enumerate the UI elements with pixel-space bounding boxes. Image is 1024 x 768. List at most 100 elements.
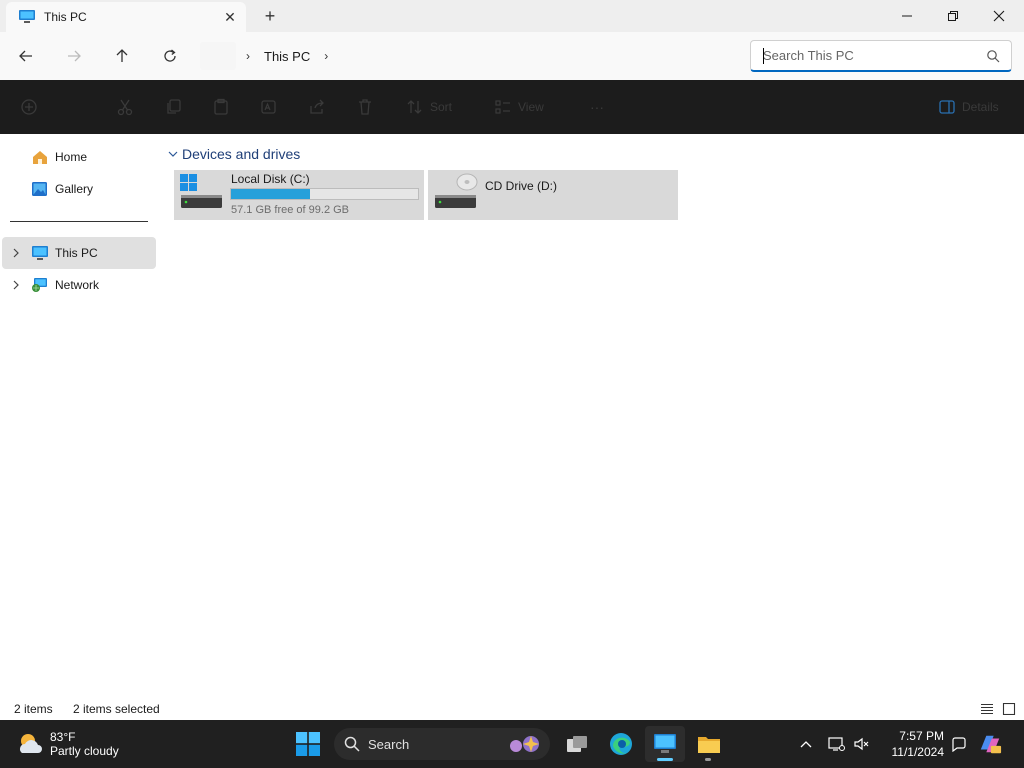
sort-button[interactable]: Sort (406, 91, 452, 123)
crumb-this-pc[interactable]: This PC (260, 49, 314, 64)
network-icon (30, 276, 50, 294)
start-button[interactable] (296, 732, 320, 756)
share-button[interactable] (308, 91, 326, 123)
weather-widget[interactable]: 83°F Partly cloudy (16, 726, 119, 762)
new-button[interactable] (20, 91, 38, 123)
network-status-icon (828, 737, 845, 751)
forward-button[interactable] (58, 40, 90, 72)
rename-icon (261, 100, 276, 114)
new-tab-button[interactable]: + (258, 4, 282, 28)
more-icon: ··· (590, 99, 604, 115)
breadcrumb[interactable]: › This PC › (196, 40, 736, 72)
file-explorer-this-pc-button[interactable] (645, 726, 685, 762)
chevron-down-icon[interactable] (166, 150, 180, 158)
refresh-button[interactable] (154, 40, 186, 72)
edge-app-button[interactable] (601, 726, 641, 762)
nav-item-home[interactable]: Home (2, 141, 156, 173)
cd-drive-icon (434, 172, 478, 212)
copilot-icon (980, 735, 1002, 754)
close-window-button[interactable] (976, 0, 1022, 32)
group-header-devices[interactable]: Devices and drives (166, 144, 300, 164)
volume-button[interactable] (850, 732, 874, 756)
task-view-button[interactable] (557, 726, 597, 762)
file-view: Devices and drives Local Disk (C:) 57.1 … (160, 134, 1024, 698)
clock[interactable]: 7:57 PM 11/1/2024 (880, 728, 945, 760)
tab-this-pc[interactable]: This PC ✕ (6, 2, 246, 32)
group-title: Devices and drives (182, 146, 301, 162)
windows-logo-icon (296, 732, 320, 756)
divider (10, 221, 148, 222)
more-options-button[interactable]: ··· (590, 91, 604, 123)
details-view-button[interactable] (978, 700, 996, 718)
chevron-right-icon[interactable]: › (314, 49, 338, 63)
crumb-root[interactable] (200, 42, 236, 70)
weather-description: Partly cloudy (50, 744, 119, 758)
drive-name: CD Drive (D:) (485, 179, 557, 193)
partly-cloudy-icon (20, 734, 42, 753)
home-icon (30, 148, 50, 166)
drive-tile-d[interactable]: CD Drive (D:) (428, 170, 678, 220)
item-count: 2 items (14, 702, 53, 716)
command-bar: Sort View ··· Details (0, 80, 1024, 134)
chevron-right-icon[interactable] (2, 280, 30, 290)
capacity-bar-fill (231, 189, 311, 199)
network-status-button[interactable] (824, 732, 848, 756)
show-hidden-icons-button[interactable] (794, 732, 818, 756)
minimize-button[interactable] (884, 0, 930, 32)
tiles-view-icon (1002, 703, 1016, 715)
large-icons-view-button[interactable] (1000, 700, 1018, 718)
nav-item-this-pc[interactable]: This PC (2, 237, 156, 269)
paste-icon (214, 98, 228, 115)
copilot-button[interactable] (978, 732, 1002, 756)
view-icon (495, 100, 510, 114)
search-icon (344, 736, 360, 752)
search-label: Search (368, 736, 410, 752)
volume-muted-icon (854, 737, 869, 751)
nav-item-network[interactable]: Network (2, 269, 156, 301)
nav-label: Home (55, 150, 88, 164)
nav-label: This PC (55, 246, 98, 260)
new-icon (21, 99, 37, 115)
search-icon[interactable] (981, 44, 1005, 68)
nav-item-gallery[interactable]: Gallery (2, 173, 156, 205)
view-button[interactable]: View (494, 91, 544, 123)
taskbar: 83°F Partly cloudy Search 7:57 PM 11/1/2… (0, 720, 1024, 768)
address-bar: › This PC › (0, 32, 1024, 80)
notification-icon (952, 737, 966, 752)
delete-button[interactable] (356, 91, 374, 123)
edge-icon (610, 733, 632, 755)
rename-button[interactable] (260, 91, 278, 123)
arrow-right-icon (68, 50, 81, 62)
sort-icon (407, 100, 422, 114)
paste-button[interactable] (212, 91, 230, 123)
back-button[interactable] (10, 40, 42, 72)
drive-tile-c[interactable]: Local Disk (C:) 57.1 GB free of 99.2 GB (174, 170, 424, 220)
nav-label: Network (55, 278, 100, 292)
list-view-icon (981, 703, 993, 715)
chevron-right-icon[interactable] (2, 248, 30, 258)
file-explorer-button[interactable] (689, 726, 729, 762)
minimize-icon (902, 15, 912, 17)
taskbar-search[interactable]: Search (334, 728, 550, 760)
computer-icon (654, 734, 676, 753)
close-tab-icon[interactable]: ✕ (218, 5, 242, 29)
chevron-right-icon[interactable]: › (236, 49, 260, 63)
nav-label: Gallery (55, 182, 94, 196)
copy-button[interactable] (164, 91, 182, 123)
refresh-icon (164, 49, 176, 62)
details-label: Details (962, 100, 999, 114)
folder-icon (698, 737, 720, 753)
computer-icon (18, 10, 36, 24)
status-bar: 2 items 2 items selected (0, 698, 1024, 720)
drive-name: Local Disk (C:) (231, 172, 310, 186)
up-button[interactable] (106, 40, 138, 72)
restore-button[interactable] (930, 0, 976, 32)
cut-button[interactable] (116, 91, 134, 123)
chevron-up-icon (800, 741, 812, 748)
search-input[interactable] (763, 48, 981, 63)
search-box[interactable] (750, 40, 1012, 72)
text-caret (763, 48, 764, 64)
notifications-button[interactable] (946, 732, 970, 756)
capacity-bar (230, 188, 419, 200)
details-button[interactable]: Details (938, 91, 999, 123)
